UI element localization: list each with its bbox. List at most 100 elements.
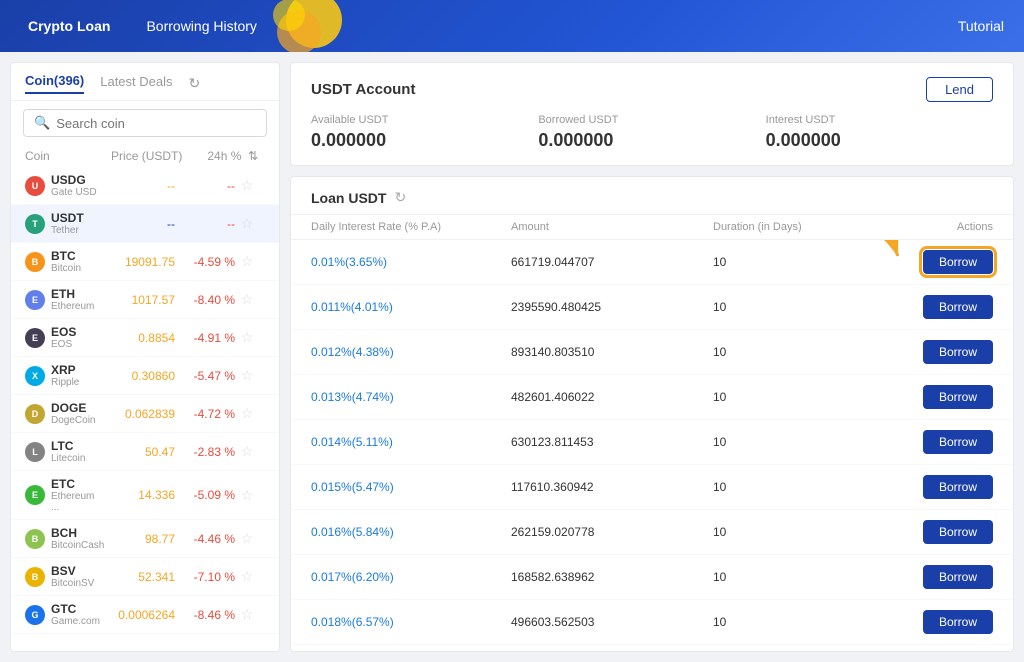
list-item[interactable]: X XRP Ripple 0.30860 -5.47 % ☆ — [11, 357, 279, 395]
coin-symbol: ETH — [51, 287, 105, 301]
table-row: 0.016%(5.84%) 262159.020778 10 Borrow — [291, 510, 1013, 555]
coin-change: -4.72 % — [175, 407, 235, 421]
loan-header: Loan USDT ↻ — [291, 177, 1013, 215]
stat-item: Interest USDT 0.000000 — [766, 114, 993, 151]
list-item[interactable]: L LTC Litecoin 50.47 -2.83 % ☆ — [11, 433, 279, 471]
coin-price: 0.8854 — [105, 331, 175, 345]
coin-change: -5.09 % — [175, 488, 235, 502]
td-amount: 262159.020778 — [511, 525, 713, 539]
nav-borrowing-history[interactable]: Borrowing History — [138, 14, 264, 38]
list-item[interactable]: U USDG Gate USD -- -- ☆ — [11, 167, 279, 205]
table-body: 0.01%(3.65%) 661719.044707 10 Borrow 0.0… — [291, 240, 1013, 651]
borrow-button[interactable]: Borrow — [923, 475, 993, 499]
nav-crypto-loan[interactable]: Crypto Loan — [20, 14, 118, 38]
coin-icon: E — [25, 290, 45, 310]
td-actions: Borrow — [893, 565, 993, 589]
coin-change: -7.10 % — [175, 570, 235, 584]
list-item[interactable]: E ETC Ethereum ... 14.336 -5.09 % ☆ — [11, 471, 279, 520]
favorite-icon[interactable]: ☆ — [235, 568, 259, 585]
td-amount: 482601.406022 — [511, 390, 713, 404]
th-actions: Actions — [893, 221, 993, 233]
stat-value: 0.000000 — [766, 130, 993, 151]
stat-value: 0.000000 — [538, 130, 765, 151]
coin-list: U USDG Gate USD -- -- ☆ T USDT Tether --… — [11, 167, 279, 651]
table-row: 0.011%(4.01%) 2395590.480425 10 Borrow — [291, 285, 1013, 330]
borrow-button[interactable]: Borrow — [923, 520, 993, 544]
favorite-icon[interactable]: ☆ — [235, 253, 259, 270]
main-container: Coin(396) Latest Deals ↻ 🔍 Coin Price (U… — [0, 52, 1024, 662]
col-header-coin: Coin — [25, 149, 104, 163]
search-icon: 🔍 — [34, 115, 50, 131]
coin-icon: G — [25, 605, 45, 625]
borrow-button[interactable]: Borrow — [923, 340, 993, 364]
list-item[interactable]: E ETH Ethereum 1017.57 -8.40 % ☆ — [11, 281, 279, 319]
list-item[interactable]: T USDT Tether -- -- ☆ — [11, 205, 279, 243]
favorite-icon[interactable]: ☆ — [235, 329, 259, 346]
stat-label: Interest USDT — [766, 114, 993, 126]
favorite-icon[interactable]: ☆ — [235, 291, 259, 308]
list-item[interactable]: E EOS EOS 0.8854 -4.91 % ☆ — [11, 319, 279, 357]
loan-refresh-icon[interactable]: ↻ — [394, 189, 406, 206]
rate-value: 0.018%(6.57%) — [311, 615, 394, 629]
borrow-button[interactable]: Borrow — [923, 250, 993, 274]
td-duration: 10 — [713, 390, 893, 404]
right-panel: USDT Account Lend Available USDT 0.00000… — [290, 62, 1014, 652]
coin-change: -5.47 % — [175, 369, 235, 383]
favorite-icon[interactable]: ☆ — [235, 405, 259, 422]
coin-info: BTC Bitcoin — [51, 249, 105, 274]
coin-symbol: BTC — [51, 249, 105, 263]
coin-info: ETH Ethereum — [51, 287, 105, 312]
borrow-button[interactable]: Borrow — [923, 610, 993, 634]
table-row: 0.013%(4.74%) 482601.406022 10 Borrow — [291, 375, 1013, 420]
coin-symbol: GTC — [51, 602, 105, 616]
coin-change: -- — [175, 179, 235, 193]
favorite-icon[interactable]: ☆ — [235, 530, 259, 547]
coin-price: -- — [105, 179, 175, 193]
borrow-button[interactable]: Borrow — [923, 565, 993, 589]
favorite-icon[interactable]: ☆ — [235, 606, 259, 623]
coin-name: Litecoin — [51, 453, 105, 464]
td-actions: Borrow — [893, 295, 993, 319]
list-item[interactable]: G GTC Game.com 0.0006264 -8.46 % ☆ — [11, 596, 279, 634]
stat-value: 0.000000 — [311, 130, 538, 151]
td-actions: Borrow — [893, 430, 993, 454]
list-item[interactable]: B BTC Bitcoin 19091.75 -4.59 % ☆ — [11, 243, 279, 281]
borrow-button[interactable]: Borrow — [923, 430, 993, 454]
borrow-button[interactable]: Borrow — [923, 295, 993, 319]
tab-latest-deals[interactable]: Latest Deals — [100, 74, 172, 93]
coin-info: USDG Gate USD — [51, 173, 105, 198]
col-header-change: 24h % — [182, 149, 241, 163]
favorite-icon[interactable]: ☆ — [235, 177, 259, 194]
favorite-icon[interactable]: ☆ — [235, 367, 259, 384]
refresh-icon[interactable]: ↻ — [189, 75, 201, 92]
coin-name: Gate USD — [51, 187, 105, 198]
td-actions: Borrow — [893, 610, 993, 634]
coin-icon: E — [25, 328, 45, 348]
list-item[interactable]: B BSV BitcoinSV 52.341 -7.10 % ☆ — [11, 558, 279, 596]
stat-item: Available USDT 0.000000 — [311, 114, 538, 151]
coin-name: Ripple — [51, 377, 105, 388]
coin-symbol: ETC — [51, 477, 105, 491]
coin-symbol: LTC — [51, 439, 105, 453]
favorite-icon[interactable]: ☆ — [235, 215, 259, 232]
search-input[interactable] — [56, 116, 256, 131]
coin-icon: B — [25, 252, 45, 272]
favorite-icon[interactable]: ☆ — [235, 487, 259, 504]
favorite-icon[interactable]: ☆ — [235, 443, 259, 460]
coin-change: -2.83 % — [175, 445, 235, 459]
tutorial-link[interactable]: Tutorial — [958, 18, 1004, 34]
coin-price: -- — [105, 217, 175, 231]
coin-price: 1017.57 — [105, 293, 175, 307]
list-item[interactable]: D DOGE DogeCoin 0.062839 -4.72 % ☆ — [11, 395, 279, 433]
coin-symbol: BCH — [51, 526, 105, 540]
td-rate: 0.018%(6.57%) — [311, 615, 511, 629]
coin-name: BitcoinCash — [51, 540, 105, 551]
coin-info: GTC Game.com — [51, 602, 105, 627]
tab-coin[interactable]: Coin(396) — [25, 73, 84, 94]
td-duration: 10 — [713, 570, 893, 584]
coin-icon: B — [25, 529, 45, 549]
lend-button[interactable]: Lend — [926, 77, 993, 102]
borrow-button[interactable]: Borrow — [923, 385, 993, 409]
list-item[interactable]: B BCH BitcoinCash 98.77 -4.46 % ☆ — [11, 520, 279, 558]
loan-card: Loan USDT ↻ Daily Interest Rate (% P.A) … — [290, 176, 1014, 652]
